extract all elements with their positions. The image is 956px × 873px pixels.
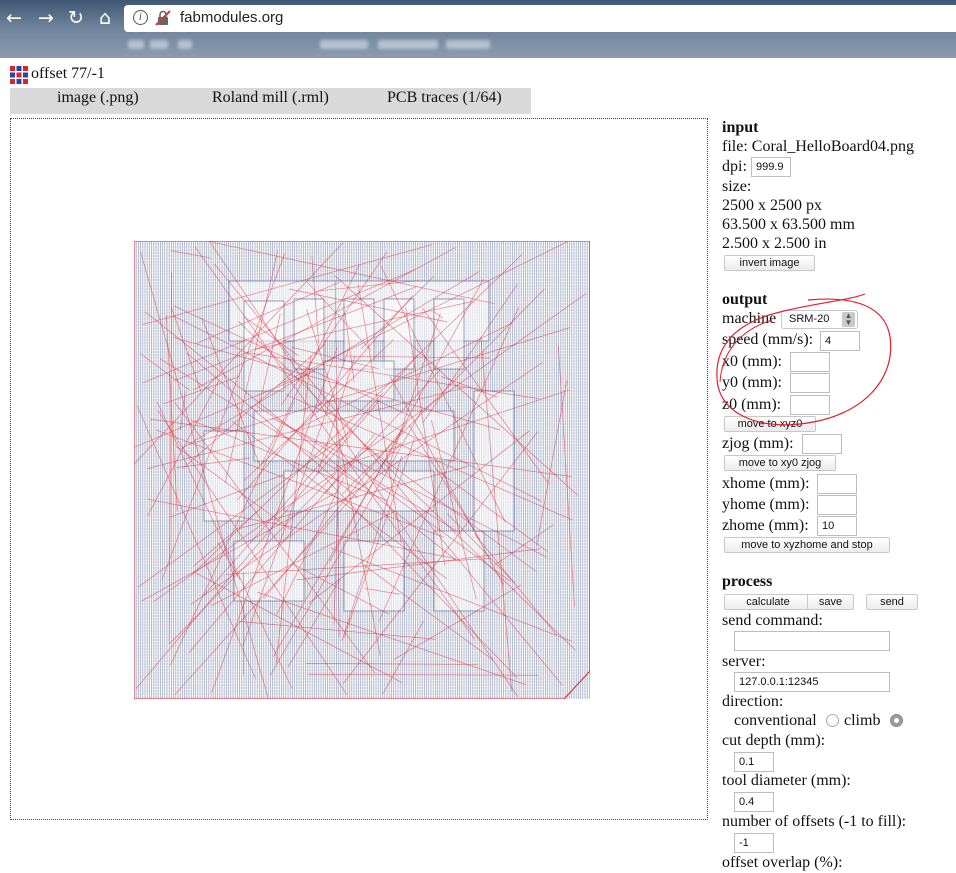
- tool-diameter-input[interactable]: 0.4: [734, 792, 774, 812]
- direction-label: direction:: [722, 693, 784, 710]
- toolpath-preview-image: [134, 241, 590, 699]
- zjog-label: zjog (mm):: [722, 435, 794, 452]
- zjog-input[interactable]: [802, 434, 842, 454]
- climb-label: climb: [844, 712, 881, 729]
- info-icon[interactable]: i: [133, 10, 148, 25]
- insecure-lock-icon[interactable]: [154, 9, 172, 27]
- fab-modules-logo-icon: [10, 66, 28, 84]
- home-icon[interactable]: ⌂: [93, 6, 117, 30]
- forward-arrow-icon[interactable]: →: [34, 6, 58, 30]
- yhome-label: yhome (mm):: [722, 496, 810, 513]
- send-command-label: send command:: [722, 612, 823, 629]
- conventional-label: conventional: [734, 712, 817, 729]
- zhome-label: zhome (mm):: [722, 517, 809, 534]
- size-label: size:: [722, 178, 752, 195]
- conventional-radio[interactable]: [826, 714, 839, 727]
- move-to-xy0-zjog-button[interactable]: move to xy0 zjog: [724, 455, 836, 471]
- annotation-circle: [716, 293, 892, 426]
- invert-image-button[interactable]: invert image: [724, 255, 815, 271]
- browser-chrome: ← → ↻ ⌂ i fabmodules.org: [0, 0, 956, 58]
- calculate-button[interactable]: calculate: [724, 594, 812, 610]
- zhome-input[interactable]: 10: [817, 516, 857, 536]
- url-text: fabmodules.org: [180, 9, 284, 26]
- input-header: input: [722, 119, 759, 136]
- file-row: file: Coral_HelloBoard04.png: [722, 137, 914, 157]
- cut-depth-input[interactable]: 0.1: [734, 752, 774, 772]
- page-title: offset 77/-1: [31, 65, 105, 82]
- send-command-input[interactable]: [734, 631, 890, 651]
- toolpath-canvas[interactable]: [10, 118, 708, 820]
- number-of-offsets-label: number of offsets (-1 to fill):: [722, 813, 907, 830]
- xhome-input[interactable]: [817, 474, 857, 494]
- reload-icon[interactable]: ↻: [64, 6, 88, 30]
- server-label: server:: [722, 653, 766, 670]
- address-bar[interactable]: i fabmodules.org: [124, 5, 956, 32]
- process-header: process: [722, 573, 773, 590]
- save-button[interactable]: save: [807, 594, 854, 610]
- size-in: 2.500 x 2.500 in: [722, 235, 827, 252]
- tab-image-png[interactable]: image (.png): [57, 89, 139, 107]
- tab-roland-mill-rml[interactable]: Roland mill (.rml): [212, 89, 329, 107]
- number-of-offsets-input[interactable]: -1: [734, 833, 774, 853]
- size-mm: 63.500 x 63.500 mm: [722, 216, 855, 233]
- tab-pcb-traces[interactable]: PCB traces (1/64): [387, 89, 502, 107]
- offset-overlap-label: offset overlap (%):: [722, 854, 843, 871]
- climb-radio[interactable]: [890, 714, 903, 727]
- dpi-label: dpi:: [722, 158, 747, 175]
- bookmarks-bar: [0, 34, 956, 56]
- file-name: Coral_HelloBoard04.png: [751, 138, 914, 155]
- size-px: 2500 x 2500 px: [722, 197, 822, 214]
- move-to-xyzhome-button[interactable]: move to xyzhome and stop: [724, 537, 890, 553]
- module-tab-bar: image (.png) Roland mill (.rml) PCB trac…: [10, 88, 531, 114]
- server-input[interactable]: 127.0.0.1:12345: [734, 672, 890, 692]
- dpi-input[interactable]: 999.9: [751, 157, 791, 177]
- xhome-label: xhome (mm):: [722, 475, 810, 492]
- back-arrow-icon[interactable]: ←: [2, 6, 26, 30]
- cut-depth-label: cut depth (mm):: [722, 732, 826, 749]
- yhome-input[interactable]: [817, 495, 857, 515]
- tool-diameter-label: tool diameter (mm):: [722, 772, 851, 789]
- send-button[interactable]: send: [866, 594, 918, 610]
- file-label: file:: [722, 138, 748, 155]
